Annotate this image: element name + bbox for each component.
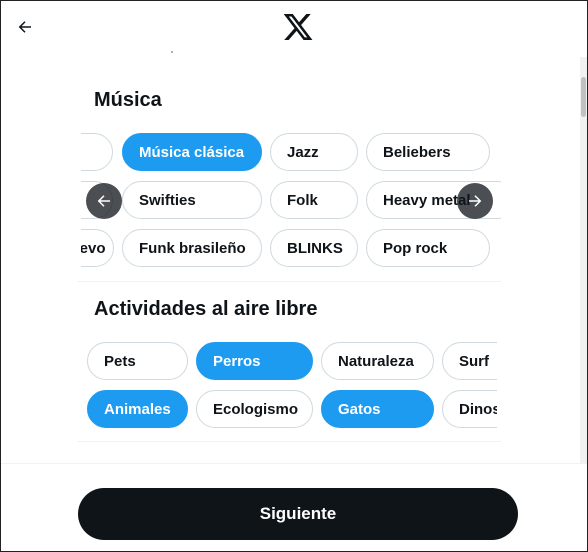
section-divider [77,281,501,282]
carousel-prev-button[interactable] [86,183,122,219]
arrow-right-icon [469,195,482,207]
section-divider [77,441,501,442]
music-chip-carousel: Música clásica Jazz Beliebers Swifties F… [81,127,501,277]
topic-chip[interactable]: Surf [442,342,497,380]
back-button[interactable] [13,15,37,39]
topic-chip[interactable]: Reguetón nuevo [81,229,114,267]
topic-chip[interactable]: Pets [87,342,188,380]
topic-chip[interactable]: Gatos [321,390,434,428]
next-button[interactable]: Siguiente [78,488,518,540]
topic-chip[interactable]: Jazz [270,133,358,171]
topic-chip[interactable]: Swifties [122,181,262,219]
decorative-dot [171,51,173,53]
carousel-next-button[interactable] [457,183,493,219]
topic-chip[interactable]: Beliebers [366,133,490,171]
topic-chip[interactable]: Folk [270,181,358,219]
topic-chip[interactable]: Ecologismo [196,390,313,428]
topic-chip[interactable]: Música clásica [122,133,262,171]
footer: Siguiente [1,463,587,551]
section-title-actividades: Actividades al aire libre [94,298,318,320]
x-logo-icon [283,14,313,40]
section-title-musica: Música [94,89,162,111]
topic-chip[interactable]: Naturaleza [321,342,434,380]
topic-chip[interactable] [81,133,113,171]
scrollbar[interactable] [580,57,587,463]
topic-chip[interactable]: Funk brasileño [122,229,262,267]
topic-chip[interactable]: Dinosaurios [442,390,497,428]
scrollbar-thumb[interactable] [581,77,586,117]
arrow-left-icon [97,195,110,207]
next-section-title-peek [94,456,154,463]
topic-chip[interactable]: BLINKS [270,229,358,267]
arrow-left-icon [18,21,31,33]
topic-chip[interactable]: Pop rock [366,229,490,267]
topic-chip[interactable]: Perros [196,342,313,380]
topic-chip[interactable]: Animales [87,390,188,428]
outdoor-chip-carousel: Pets Perros Naturaleza Surf Animales Eco… [81,337,497,437]
topic-selection-dialog: Música Música clásica Jazz Beliebers Swi… [0,0,588,552]
